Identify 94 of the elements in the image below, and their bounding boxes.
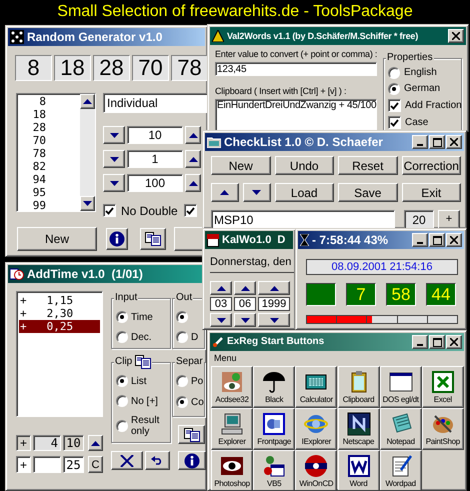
sign-field: + <box>16 435 31 451</box>
action-button[interactable]: Exit <box>402 183 461 202</box>
minutes-field: 10 <box>63 435 84 451</box>
list-item[interactable]: + 2,30 <box>19 307 100 320</box>
app-launch-button[interactable]: Excel <box>422 366 464 408</box>
window-title: KalWo1.0 D <box>222 234 286 246</box>
date-field[interactable]: 1999 <box>258 297 290 311</box>
action-button[interactable]: Save <box>338 183 398 202</box>
clipboard-label: Clipboard ( Insert with [Ctrl] + [v] ) : <box>215 87 348 96</box>
number-display: 18 <box>54 55 91 81</box>
datetime-display: 08.09.2001 21:54:16 <box>306 259 458 275</box>
option-label: Result only <box>131 415 160 437</box>
app-launch-button[interactable]: Wordpad <box>380 450 422 490</box>
window-title: Random Generator v1.0 <box>27 31 162 43</box>
list-item[interactable]: 28 <box>17 121 46 134</box>
number-field[interactable]: 100 <box>127 174 183 192</box>
option-label: Time <box>131 312 154 322</box>
window-title: ExReg Start Buttons <box>227 337 324 347</box>
new-button[interactable]: New <box>17 227 97 251</box>
date-text: Donnerstag, den <box>210 257 294 273</box>
action-button[interactable]: Undo <box>274 156 334 175</box>
app-launch-button[interactable]: Calculator <box>295 366 338 408</box>
app-launch-button[interactable]: Notepad <box>380 408 422 450</box>
menu-item[interactable]: Menu <box>214 354 464 363</box>
app-launch-button[interactable]: PaintShop <box>422 408 464 450</box>
option-label: German <box>404 84 440 94</box>
mode-dropdown[interactable]: Individual <box>103 93 207 113</box>
group-label: Clip <box>115 357 132 367</box>
count-display: 20 <box>404 210 434 228</box>
list-item[interactable]: 18 <box>17 108 46 121</box>
sign-field: + <box>16 456 31 473</box>
option-label: English <box>404 68 437 78</box>
action-button[interactable]: Correction <box>402 156 461 175</box>
list-item[interactable]: 70 <box>17 134 46 147</box>
option-label: Co <box>191 396 205 408</box>
list-item[interactable]: + 0,25 <box>19 320 100 333</box>
option-label: No [+] <box>131 396 159 406</box>
app-launch-button[interactable]: IExplorer <box>295 408 338 450</box>
action-button[interactable]: Load <box>274 183 334 202</box>
option-label: No Double <box>121 204 178 216</box>
group-label: Separ <box>176 357 203 367</box>
app-launch-button[interactable]: Word <box>338 450 380 490</box>
digit-display: 44 <box>426 283 456 306</box>
input-label: Enter value to convert (+ point or comma) : <box>215 50 377 59</box>
app-launch-button[interactable]: Clipboard <box>338 366 380 408</box>
action-button[interactable]: Reset <box>338 156 398 175</box>
list-item[interactable]: 99 <box>17 199 46 212</box>
list-item[interactable]: 78 <box>17 147 46 160</box>
add-button[interactable]: + <box>438 210 460 228</box>
digit-display: 7 <box>346 283 376 306</box>
entry-field[interactable]: MSP10 <box>211 210 395 228</box>
date-field[interactable]: 06 <box>234 297 256 311</box>
list-item[interactable]: + 1,15 <box>19 294 100 307</box>
app-launch-button[interactable]: VB5 <box>253 450 296 490</box>
number-display: 70 <box>132 55 169 81</box>
app-launch-button[interactable]: Frontpage <box>253 408 296 450</box>
digit-display: 58 <box>386 283 416 306</box>
group-label: Input <box>115 293 138 303</box>
clear-button[interactable]: C <box>88 456 103 473</box>
banner-title: Small Selection of freewarehits.de - ToolsPackage <box>57 4 413 20</box>
option-label: Case <box>405 118 428 128</box>
group-label: Properties <box>387 53 433 63</box>
option-label: Po <box>191 376 204 386</box>
window-title: Val2Words v1.1 (by D.Schäfer/M.Schiffer * free) <box>227 32 418 40</box>
list-item[interactable]: 95 <box>17 186 46 199</box>
option-label: List <box>131 376 148 386</box>
number-display: 78 <box>171 55 207 81</box>
app-launch-button[interactable]: Explorer <box>211 408 253 450</box>
option-label: Add Fraction <box>405 100 462 110</box>
minutes-input[interactable]: 25 <box>63 456 84 473</box>
list-item[interactable]: 8 <box>17 95 46 108</box>
app-launch-button[interactable]: WinOnCD <box>295 450 338 490</box>
window-title: - 7:58:44 43% <box>312 234 388 246</box>
option-label: D <box>191 332 200 342</box>
number-display: 8 <box>15 55 52 81</box>
action-button[interactable]: New <box>211 156 270 175</box>
list-item[interactable]: 82 <box>17 160 46 173</box>
hours-field: 4 <box>33 435 61 451</box>
value-input[interactable]: 123,45 <box>215 62 377 76</box>
number-field[interactable]: 10 <box>127 126 183 144</box>
date-field[interactable]: 03 <box>210 297 232 311</box>
window-title: AddTime v1.0 (1/01) <box>27 268 143 280</box>
app-launch-button[interactable]: Photoshop <box>211 450 253 490</box>
group-label: Out <box>176 293 192 303</box>
window-title: CheckList 1.0 © D. Schaefer <box>224 136 383 148</box>
list-item[interactable]: 94 <box>17 173 46 186</box>
number-field[interactable]: 1 <box>127 150 183 168</box>
number-display: 28 <box>93 55 130 81</box>
app-launch-button[interactable]: Netscape <box>338 408 380 450</box>
app-launch-button[interactable]: DOS egl/dt <box>380 366 422 408</box>
clipboard-text[interactable]: EinHundertDreiUndZwanzig + 45/100 <box>215 99 377 131</box>
app-launch-button[interactable]: Black <box>253 366 296 408</box>
app-launch-button[interactable]: Acdsee32 <box>211 366 253 408</box>
option-label: Dec. <box>131 332 153 342</box>
